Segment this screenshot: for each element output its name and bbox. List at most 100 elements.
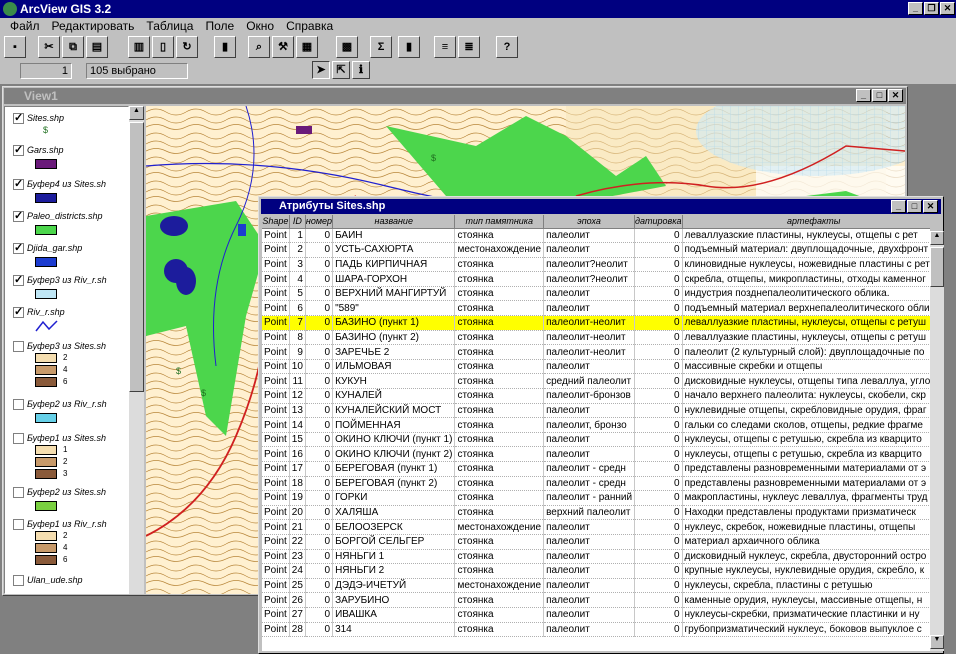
arcview-logo-icon <box>3 2 17 16</box>
select-all-icon[interactable]: ▥ <box>128 36 150 58</box>
table-cell: палеолит-неолит <box>543 330 636 346</box>
close-icon[interactable]: ✕ <box>940 2 955 15</box>
statistics-icon[interactable]: ▮ <box>398 36 420 58</box>
menu-table[interactable]: Таблица <box>140 18 199 34</box>
table-row[interactable]: Point 20 0 ХАЛЯША стоянка верхний палеолит 0 На… <box>262 505 930 521</box>
checkbox-empty-icon[interactable] <box>13 341 24 352</box>
minimize-icon[interactable]: _ <box>891 200 906 213</box>
minimize-icon[interactable]: _ <box>908 2 923 15</box>
table-row[interactable]: Point 17 0 БЕРЕГОВАЯ (пункт 1) стоянка палеол… <box>262 461 930 477</box>
table-cell: НЯНЬГИ 2 <box>332 563 456 579</box>
close-icon[interactable]: ✕ <box>888 89 903 102</box>
column-header[interactable]: эпоха <box>543 215 636 229</box>
refresh-icon[interactable]: ↻ <box>176 36 198 58</box>
checkbox-empty-icon[interactable] <box>13 487 24 498</box>
table-row[interactable]: Point 6 0 "589" стоянка палеолит 0 подъемный ма… <box>262 300 930 317</box>
minimize-icon[interactable]: _ <box>856 89 871 102</box>
menu-help[interactable]: Справка <box>280 18 339 34</box>
scroll-thumb[interactable] <box>129 122 144 392</box>
table-row[interactable]: Point 7 0 БАЗИНО (пункт 1) стоянка палеолит-н… <box>262 315 930 331</box>
menu-edit[interactable]: Редактировать <box>46 18 141 34</box>
table-row[interactable]: Point 1 0 БАИН стоянка палеолит 0 леваллуазские… <box>262 228 930 244</box>
paste-icon[interactable]: ▤ <box>86 36 108 58</box>
checkbox-checked-icon[interactable]: ✓ <box>13 275 24 286</box>
checkbox-checked-icon[interactable]: ✓ <box>13 113 24 124</box>
help-pointer-icon[interactable]: ? <box>496 36 518 58</box>
column-header[interactable]: датировка <box>634 215 683 229</box>
maximize-icon[interactable]: □ <box>907 200 922 213</box>
query-builder-icon[interactable]: ⚒ <box>272 36 294 58</box>
table-row[interactable]: Point 9 0 ЗАРЕЧЬЕ 2 стоянка палеолит-неолит 0 п… <box>262 344 930 360</box>
calculate-icon[interactable]: ▩ <box>336 36 358 58</box>
checkbox-empty-icon[interactable] <box>13 519 24 530</box>
table-row[interactable]: Point 26 0 ЗАРУБИНО стоянка палеолит 0 каменные… <box>262 592 930 608</box>
chart-icon[interactable]: ▮ <box>214 36 236 58</box>
scroll-up-icon[interactable]: ▲ <box>129 106 144 120</box>
select-none-icon[interactable]: ▯ <box>152 36 174 58</box>
table-row[interactable]: Point 21 0 БЕЛООЗЕРСК местонахождение палеоли… <box>262 519 930 535</box>
table-row[interactable]: Point 22 0 БОРГОЙ СЕЛЬГЕР стоянка палеолит 0 ма… <box>262 534 930 550</box>
table-row[interactable]: Point 18 0 БЕРЕГОВАЯ (пункт 2) стоянка палеол… <box>262 476 930 492</box>
table-row[interactable]: Point 15 0 ОКИНО КЛЮЧИ (пункт 1) стоянка пале… <box>262 432 930 448</box>
checkbox-checked-icon[interactable]: ✓ <box>13 179 24 190</box>
attribute-grid[interactable]: Shape ID номер название тип памятника эпоха да… <box>262 215 930 651</box>
table-row[interactable]: Point 16 0 ОКИНО КЛЮЧИ (пункт 2) стоянка пале… <box>262 446 930 462</box>
find-icon[interactable]: ⌕ <box>248 36 270 58</box>
column-header[interactable]: название <box>332 215 456 229</box>
sort-ascending-icon[interactable]: ≡ <box>434 36 456 58</box>
cut-icon[interactable]: ✂ <box>38 36 60 58</box>
column-header[interactable]: ID <box>289 215 306 229</box>
checkbox-checked-icon[interactable]: ✓ <box>13 307 24 318</box>
identify-tool-icon[interactable]: ℹ <box>352 61 370 79</box>
column-header[interactable]: номер <box>305 215 334 229</box>
checkbox-empty-icon[interactable] <box>13 575 24 586</box>
column-header[interactable]: артефакты <box>682 215 930 229</box>
checkbox-empty-icon[interactable] <box>13 399 24 410</box>
close-icon[interactable]: ✕ <box>923 200 938 213</box>
table-row[interactable]: Point 19 0 ГОРКИ стоянка палеолит - ранний 0 ма… <box>262 490 930 506</box>
checkbox-checked-icon[interactable]: ✓ <box>13 243 24 254</box>
checkbox-checked-icon[interactable]: ✓ <box>13 145 24 156</box>
table-scrollbar[interactable]: ▲ ▼ <box>930 231 944 651</box>
table-row[interactable]: Point 25 0 ДЭДЭ-ИЧЕТУЙ местонахождение палеол… <box>262 578 930 594</box>
summarize-icon[interactable]: Σ <box>370 36 392 58</box>
table-cell: 0 <box>305 271 334 287</box>
menu-window[interactable]: Окно <box>240 18 280 34</box>
menu-field[interactable]: Поле <box>199 18 240 34</box>
table-row[interactable]: Point 13 0 КУНАЛЕЙСКИЙ МОСТ стоянка палеолит 0… <box>262 403 930 419</box>
maximize-icon[interactable]: □ <box>872 89 887 102</box>
scroll-up-icon[interactable]: ▲ <box>930 231 944 245</box>
table-cell: 0 <box>305 257 334 273</box>
table-row[interactable]: Point 12 0 КУНАЛЕЙ стоянка палеолит-бронзов 0 н… <box>262 388 930 404</box>
scroll-thumb[interactable] <box>930 247 944 287</box>
table-row[interactable]: Point 11 0 КУКУН стоянка средний палеолит 0 дис… <box>262 373 930 390</box>
table-row[interactable]: Point 27 0 ИВАШКА стоянка палеолит 0 нуклеусы-с… <box>262 607 930 623</box>
table-cell: 0 <box>305 330 334 346</box>
table-row[interactable]: Point 3 0 ПАДЬ КИРПИЧНАЯ стоянка палеолит?нео… <box>262 257 930 273</box>
table-cell: 10 <box>289 359 306 375</box>
column-header[interactable]: Shape <box>262 215 290 229</box>
toc-scrollbar[interactable]: ▲ <box>129 106 144 594</box>
pointer-tool-icon[interactable]: ➤ <box>312 61 330 79</box>
table-row[interactable]: Point 2 0 УСТЬ-САХЮРТА местонахождение палеол… <box>262 242 930 258</box>
table-row[interactable]: Point 14 0 ПОЙМЕННАЯ стоянка палеолит, бронзо… <box>262 417 930 433</box>
table-row[interactable]: Point 10 0 ИЛЬМОВАЯ стоянка палеолит 0 массивны… <box>262 359 930 375</box>
table-row[interactable]: Point 23 0 НЯНЬГИ 1 стоянка палеолит 0 дисковид… <box>262 549 930 565</box>
column-header[interactable]: тип памятника <box>454 215 545 229</box>
copy-icon[interactable]: ⧉ <box>62 36 84 58</box>
checkbox-empty-icon[interactable] <box>13 433 24 444</box>
sort-descending-icon[interactable]: ≣ <box>458 36 480 58</box>
table-row[interactable]: Point 4 0 ШАРА-ГОРХОН стоянка палеолит?неолит… <box>262 271 930 287</box>
scroll-down-icon[interactable]: ▼ <box>930 635 944 649</box>
table-cell: 0 <box>634 300 683 317</box>
checkbox-checked-icon[interactable]: ✓ <box>13 211 24 222</box>
table-row[interactable]: Point 24 0 НЯНЬГИ 2 стоянка палеолит 0 крупные … <box>262 563 930 579</box>
table-row[interactable]: Point 8 0 БАЗИНО (пункт 2) стоянка палеолит-н… <box>262 330 930 346</box>
select-tool-icon[interactable]: ⇱ <box>332 61 350 79</box>
table-row[interactable]: Point 28 0 314 стоянка палеолит 0 грубопризмати… <box>262 622 930 638</box>
save-icon[interactable]: ▪ <box>4 36 26 58</box>
restore-icon[interactable]: ❐ <box>924 2 939 15</box>
table-row[interactable]: Point 5 0 ВЕРХНИЙ МАНГИРТУЙ стоянка палеолит 0… <box>262 286 930 302</box>
join-table-icon[interactable]: ▦ <box>296 36 318 58</box>
menu-file[interactable]: Файл <box>4 18 46 34</box>
